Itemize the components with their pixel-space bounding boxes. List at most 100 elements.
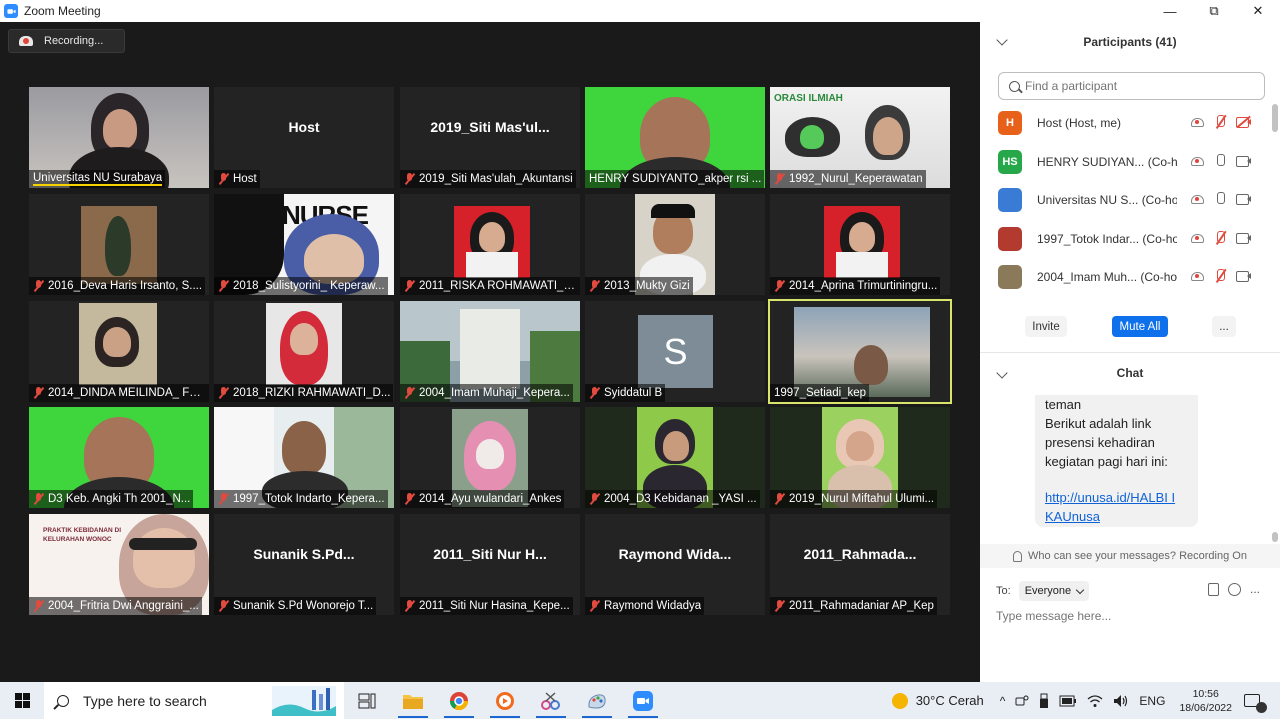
chat-link[interactable]: http://unusa.id/HALBI I <box>1045 488 1175 507</box>
participant-row[interactable]: Universitas NU S... (Co-host) <box>998 181 1260 219</box>
file-explorer-button[interactable] <box>390 682 436 719</box>
video-tile[interactable]: 2013_Mukty Gizi <box>585 194 765 295</box>
camera-icon[interactable] <box>1236 231 1251 245</box>
video-tile[interactable]: 2004_D3 Kebidanan _YASI ... <box>585 407 765 508</box>
recording-indicator[interactable]: Recording... <box>8 29 125 53</box>
mic-icon[interactable] <box>1213 153 1227 168</box>
muted-mic-icon <box>218 173 229 185</box>
invite-button[interactable]: Invite <box>1025 316 1067 337</box>
video-tile[interactable]: 2014_Aprina Trimurtiningru... <box>770 194 950 295</box>
recipient-select[interactable]: Everyone <box>1018 581 1090 601</box>
emoji-icon[interactable] <box>1228 583 1241 596</box>
minimize-button[interactable]: — <box>1148 0 1192 22</box>
notification-center-icon[interactable] <box>1244 694 1267 713</box>
message-visibility-notice[interactable]: Who can see your messages? Recording On <box>980 544 1280 568</box>
participant-name: Raymond Widadya <box>604 600 702 612</box>
recipient-value: Everyone <box>1024 585 1072 597</box>
participant-name: Universitas NU Surabaya <box>33 172 163 186</box>
camera-icon[interactable] <box>1236 269 1251 283</box>
video-tile[interactable]: ICU NURSE 2018_Sulistyorini_ Keperaw... <box>214 194 394 295</box>
video-tile[interactable]: PRAKTIK KEBIDANAN DI KELURAHAN WONOC 2004… <box>29 514 209 615</box>
wifi-icon[interactable] <box>1087 694 1103 708</box>
mic-muted-icon[interactable] <box>1213 269 1227 283</box>
person-silhouette <box>476 439 504 469</box>
mic-muted-icon[interactable] <box>1213 230 1227 245</box>
video-tile[interactable]: HENRY SUDIYANTO_akper rsi ... <box>585 87 765 188</box>
camera-off-icon[interactable] <box>1236 115 1251 129</box>
more-options-button[interactable]: ... <box>1212 316 1236 337</box>
task-view-button[interactable] <box>344 682 390 719</box>
close-button[interactable]: ✕ <box>1236 0 1280 22</box>
video-tile[interactable]: 1997_Setiadi_kep <box>768 299 952 404</box>
participant-name: 2014_Ayu wulandari_Ankes <box>419 493 562 505</box>
participants-scrollbar[interactable] <box>1272 104 1278 132</box>
more-icon[interactable]: ... <box>1250 583 1260 595</box>
mic-icon[interactable] <box>1213 192 1227 206</box>
collapse-chevron-icon[interactable] <box>996 34 1008 46</box>
chat-link[interactable]: KAUnusa <box>1045 507 1100 526</box>
participant-row[interactable]: HS HENRY SUDIYAN... (Co-host) <box>998 143 1260 181</box>
file-icon[interactable] <box>1208 583 1219 596</box>
clock[interactable]: 10:56 18/06/2022 <box>1179 687 1232 715</box>
volume-icon[interactable] <box>1113 694 1129 708</box>
video-tile[interactable]: D3 Keb. Angki Th 2001_N... <box>29 407 209 508</box>
video-tile[interactable]: 2011_RISKA ROHMAWATI_K... <box>400 194 580 295</box>
tile-name-label: 2018_Sulistyorini_ Keperaw... <box>214 277 388 295</box>
meet-now-icon[interactable] <box>1015 694 1029 708</box>
camera-icon[interactable] <box>1236 192 1251 206</box>
video-tile[interactable]: Raymond Wida... Raymond Widadya <box>585 514 765 615</box>
usb-icon[interactable] <box>1039 693 1049 709</box>
video-tile[interactable]: 2004_Imam Muhaji_Kepera... <box>400 301 580 402</box>
start-button[interactable] <box>0 682 44 719</box>
video-tile[interactable]: 1997_Totok Indarto_Kepera... <box>214 407 394 508</box>
participant-search[interactable] <box>998 72 1265 100</box>
video-tile[interactable]: 2018_RIZKI RAHMAWATI_D... <box>214 301 394 402</box>
clock-date: 18/06/2022 <box>1179 701 1232 714</box>
video-tile[interactable]: 2019_Siti Mas'ul... 2019_Siti Mas'ulah_Ak… <box>400 87 580 188</box>
battery-icon[interactable] <box>1059 695 1077 707</box>
taskbar-search[interactable]: Type here to search <box>44 682 344 719</box>
video-tile[interactable]: Sunanik S.Pd... Sunanik S.Pd Wonorejo T..… <box>214 514 394 615</box>
video-tile[interactable]: Universitas NU Surabaya <box>29 87 209 188</box>
video-tile[interactable]: 2016_Deva Haris Irsanto, S.... <box>29 194 209 295</box>
participant-row[interactable]: 1997_Totok Indar... (Co-host) <box>998 220 1260 258</box>
weather-widget[interactable]: 30°C Cerah <box>891 692 984 709</box>
video-tile[interactable]: ORASI ILMIAH 1992_Nurul_Keperawatan <box>770 87 950 188</box>
chat-title: Chat <box>1116 365 1144 380</box>
language-indicator[interactable]: ENG <box>1139 694 1165 708</box>
snipping-tool-button[interactable] <box>528 682 574 719</box>
poster-text: PRAKTIK KEBIDANAN DI KELURAHAN WONOC <box>43 527 121 543</box>
participant-name: HENRY SUDIYAN... (Co-host) <box>1037 154 1177 169</box>
video-tile[interactable]: 2014_DINDA MEILINDA_ FKIP <box>29 301 209 402</box>
tray-overflow-button[interactable]: ^ <box>1000 694 1006 708</box>
paint-button[interactable] <box>574 682 620 719</box>
camera-icon[interactable] <box>1236 154 1251 168</box>
video-tile[interactable]: 2011_Rahmada... 2011_Rahmadaniar AP_Kep <box>770 514 950 615</box>
mute-all-button[interactable]: Mute All <box>1112 316 1168 337</box>
tile-center-name: Raymond Wida... <box>618 546 732 562</box>
restore-button[interactable]: ⧉ <box>1192 0 1236 22</box>
chat-scrollbar[interactable] <box>1272 532 1278 542</box>
video-tile[interactable]: S Syiddatul B <box>585 301 765 402</box>
video-tile[interactable]: 2019_Nurul Miftahul Ulumi... <box>770 407 950 508</box>
participant-search-input[interactable] <box>1025 79 1245 93</box>
participant-name: 2014_Aprina Trimurtiningru... <box>789 280 938 292</box>
chat-message-input[interactable] <box>996 609 1256 623</box>
video-tile[interactable]: 2014_Ayu wulandari_Ankes <box>400 407 580 508</box>
muted-mic-icon <box>404 280 415 292</box>
participant-row[interactable]: H Host (Host, me) <box>998 104 1260 142</box>
zoom-taskbar-button[interactable] <box>620 682 666 719</box>
muted-mic-icon <box>218 600 229 612</box>
chat-collapse-chevron-icon[interactable] <box>996 367 1008 379</box>
media-player-button[interactable] <box>482 682 528 719</box>
participants-actions: Invite Mute All ... <box>980 316 1280 338</box>
video-tile[interactable]: 2011_Siti Nur H... 2011_Siti Nur Hasina_K… <box>400 514 580 615</box>
mic-muted-icon[interactable] <box>1213 115 1227 129</box>
muted-mic-icon <box>774 600 785 612</box>
person-silhouette <box>466 252 518 278</box>
video-tile[interactable]: Host Host <box>214 87 394 188</box>
participant-row[interactable]: 2004_Imam Muh... (Co-host) <box>998 258 1260 296</box>
tile-name-label: 2004_Fritria Dwi Anggraini_... <box>29 597 202 615</box>
chrome-button[interactable] <box>436 682 482 719</box>
tile-center-name: 2011_Rahmada... <box>803 546 917 562</box>
